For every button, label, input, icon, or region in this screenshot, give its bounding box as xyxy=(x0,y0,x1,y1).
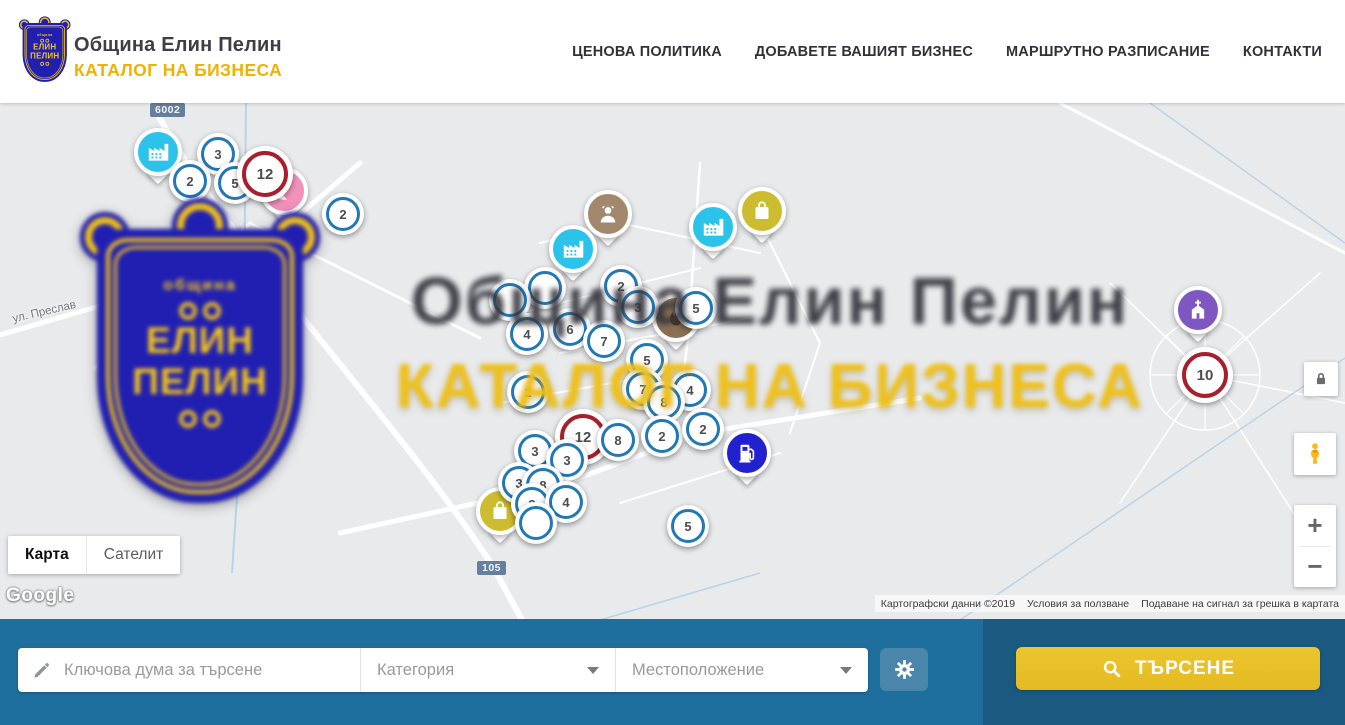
factory-icon xyxy=(689,203,737,251)
cluster-count: 2 xyxy=(186,174,193,189)
map-pin-fuel[interactable] xyxy=(723,429,771,477)
search-button-label: ТЪРСЕНЕ xyxy=(1135,658,1235,680)
cluster-count: 2 xyxy=(658,429,665,444)
cluster-count: 3 xyxy=(563,453,570,468)
cluster-count: 8 xyxy=(660,395,667,410)
site-title: Община Елин Пелин xyxy=(74,34,282,57)
cluster-count: 3 xyxy=(634,300,641,315)
factory-icon xyxy=(549,225,597,273)
category-dropdown-label: Категория xyxy=(377,661,454,680)
crest-shield: община ЕЛИН ПЕЛИН xyxy=(23,23,67,82)
cluster-marker[interactable]: 3 xyxy=(617,286,659,328)
map-pin-church[interactable] xyxy=(1174,286,1222,334)
search-button[interactable]: ТЪРСЕНЕ xyxy=(1016,647,1320,690)
cluster-marker[interactable]: 2 xyxy=(169,160,211,202)
chevron-down-icon xyxy=(587,667,599,674)
cluster-marker[interactable]: 4 xyxy=(506,313,548,355)
location-dropdown[interactable]: Местоположение xyxy=(615,648,868,692)
cluster-count: 2 xyxy=(524,385,531,400)
map-pin-factory[interactable] xyxy=(689,203,737,251)
cluster-marker[interactable]: 2 xyxy=(507,371,549,413)
attribution-copyright: Картографски данни ©2019 xyxy=(875,598,1021,610)
crest-ornament xyxy=(23,62,67,66)
search-panel: Категория Местоположение xyxy=(18,648,868,692)
cluster-count: 5 xyxy=(692,301,699,316)
zoom-in-button[interactable]: + xyxy=(1294,505,1336,546)
site-logo[interactable]: община ЕЛИН ПЕЛИН xyxy=(20,20,72,86)
attribution-report-link[interactable]: Подаване на сигнал за грешка в картата xyxy=(1135,598,1345,610)
cluster-count: 6 xyxy=(566,322,573,337)
cluster-count: 2 xyxy=(699,422,706,437)
advanced-filters-button[interactable] xyxy=(880,648,928,691)
cluster-marker[interactable]: 2 xyxy=(641,415,683,457)
cluster-count: 3 xyxy=(214,147,221,162)
keyword-section xyxy=(18,648,360,692)
search-bar: Категория Местоположение xyxy=(0,619,1345,725)
location-dropdown-label: Местоположение xyxy=(632,661,764,680)
map-attribution: Картографски данни ©2019 Условия за полз… xyxy=(875,595,1345,612)
cluster-count: 7 xyxy=(600,334,607,349)
attribution-terms-link[interactable]: Условия за ползване xyxy=(1021,598,1135,610)
cluster-marker[interactable]: 2 xyxy=(322,193,364,235)
cluster-marker[interactable]: 5 xyxy=(667,505,709,547)
search-icon xyxy=(1101,658,1123,680)
cluster-marker[interactable]: 2 xyxy=(682,408,724,450)
nav-item-add-business[interactable]: ДОБАВЕТЕ ВАШИЯТ БИЗНЕС xyxy=(755,44,973,60)
map-canvas[interactable]: 6002 ул. Преслав 105 бул. „Новосел 32512… xyxy=(0,103,1345,620)
map-type-control: Карта Сателит xyxy=(8,536,180,574)
crest-name-line1: ЕЛИН xyxy=(23,43,67,52)
main-nav: ЦЕНОВА ПОЛИТИКА ДОБАВЕТЕ ВАШИЯТ БИЗНЕС М… xyxy=(572,0,1322,103)
header: община ЕЛИН ПЕЛИН Община Елин Пелин КАТА… xyxy=(0,0,1345,103)
shopping-bag-icon xyxy=(738,187,786,235)
cluster-count: 8 xyxy=(614,433,621,448)
fuel-icon xyxy=(723,429,771,477)
nav-item-transport-schedule[interactable]: МАРШРУТНО РАЗПИСАНИЕ xyxy=(1006,44,1210,60)
cluster-marker[interactable]: 5 xyxy=(675,287,717,329)
map-type-map-button[interactable]: Карта xyxy=(8,536,86,574)
map-markers-layer: 3251222356475274812822333834510 xyxy=(0,103,1345,620)
cluster-count: 4 xyxy=(523,327,530,342)
zoom-out-button[interactable]: − xyxy=(1294,546,1336,587)
cluster-count: 5 xyxy=(684,519,691,534)
cluster-count: 12 xyxy=(257,166,274,183)
nav-item-contacts[interactable]: КОНТАКТИ xyxy=(1243,44,1322,60)
chevron-down-icon xyxy=(840,667,852,674)
cluster-ring xyxy=(528,271,562,305)
cluster-count: 4 xyxy=(562,495,569,510)
church-icon xyxy=(1174,286,1222,334)
pegman-icon xyxy=(1302,441,1328,467)
cluster-marker[interactable]: 10 xyxy=(1177,347,1233,403)
cluster-marker[interactable]: 12 xyxy=(237,146,293,202)
cluster-ring xyxy=(493,283,527,317)
cluster-count: 4 xyxy=(686,383,693,398)
map-type-satellite-button[interactable]: Сателит xyxy=(86,536,180,574)
page: община ЕЛИН ПЕЛИН Община Елин Пелин КАТА… xyxy=(0,0,1345,725)
cluster-count: 2 xyxy=(339,207,346,222)
cluster-marker[interactable]: 7 xyxy=(583,320,625,362)
map-pin-factory[interactable] xyxy=(549,225,597,273)
cluster-marker[interactable]: 8 xyxy=(597,419,639,461)
pencil-icon xyxy=(32,660,52,680)
map-pin-shopping-bag[interactable] xyxy=(738,187,786,235)
site-title-block: Община Елин Пелин КАТАЛОГ НА БИЗНЕСА xyxy=(74,34,282,81)
pegman-control[interactable] xyxy=(1294,433,1336,475)
gear-icon xyxy=(892,657,917,682)
crest-top-label: община xyxy=(23,33,67,37)
google-logo[interactable]: Google xyxy=(6,585,74,607)
cluster-ring xyxy=(519,506,553,540)
cluster-marker[interactable] xyxy=(515,502,557,544)
municipality-crest-logo: община ЕЛИН ПЕЛИН xyxy=(20,20,69,82)
keyword-search-input[interactable] xyxy=(64,661,334,680)
crest-name-line2: ПЕЛИН xyxy=(23,51,67,60)
site-subtitle: КАТАЛОГ НА БИЗНЕСА xyxy=(74,60,282,81)
zoom-control: + − xyxy=(1294,505,1336,587)
category-dropdown[interactable]: Категория xyxy=(360,648,615,692)
nav-item-pricing[interactable]: ЦЕНОВА ПОЛИТИКА xyxy=(572,44,722,60)
cluster-count: 10 xyxy=(1197,367,1214,384)
cluster-count: 3 xyxy=(531,444,538,459)
lock-control-button[interactable] xyxy=(1304,362,1338,396)
cluster-count: 5 xyxy=(643,353,650,368)
lock-icon xyxy=(1310,368,1332,390)
